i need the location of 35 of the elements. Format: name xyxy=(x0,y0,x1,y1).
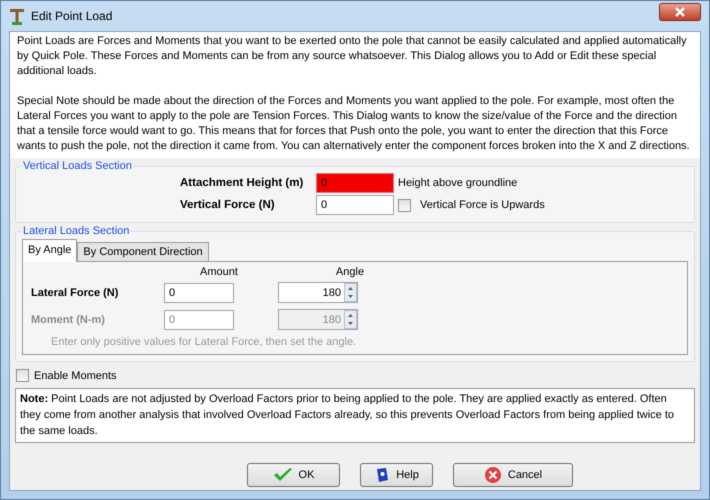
spin-arrows-icon xyxy=(344,283,357,302)
checkbox[interactable] xyxy=(398,198,411,212)
field-label: Vertical Force (N) xyxy=(180,199,276,211)
checkbox[interactable] xyxy=(16,369,29,382)
row-label: Lateral Force (N) xyxy=(31,286,120,298)
intro-paragraph: Point Loads are Forces and Moments that you want to be exerted onto the pole that cannot be easily calculated and applied automatically by Quick Pole. These Forces and Moments can be from any source whatsoever. This Dialog allows you to Add or Edit these special additional loads. xyxy=(17,34,688,79)
pole-icon xyxy=(9,7,25,25)
row-label: Moment (N-m) xyxy=(31,314,106,326)
hint-text: Enter only positive values for Lateral Force, then set the angle. xyxy=(51,336,358,348)
checkmark-icon xyxy=(272,467,293,483)
field-hint: Height above groundline xyxy=(398,177,518,189)
column-header: Angle xyxy=(334,266,366,280)
field-label: Attachment Height (m) xyxy=(180,177,304,189)
tab[interactable]: By Component Direction xyxy=(77,242,209,261)
ok-button[interactable]: OK xyxy=(247,463,340,487)
close-icon xyxy=(674,7,686,17)
checkbox-label: Vertical Force is Upwards xyxy=(420,199,545,211)
close-button[interactable] xyxy=(659,3,701,21)
intro-paragraph: Special Note should be made about the direction of the Forces and Moments you want applied to the pole. For example, most often the Lateral Forces you want to apply to the pole are Tension Forces. This Dialog wants to know the size/value of the Force and the direction that a tensile force would want to go. This means that for forces that Push onto the pole, you want to enter the direction that this Force wants to push the pole, not the direction it came from. You can alternatively enter the component forces broken into the X and Z directions. xyxy=(17,94,691,154)
tab[interactable]: By Angle xyxy=(22,239,78,262)
checkbox-label: Enable Moments xyxy=(34,370,117,382)
book-icon xyxy=(374,467,390,483)
amount-field[interactable]: 0 xyxy=(164,282,234,302)
note-text: Note: Point Loads are not adjusted by Overload Factors prior to being applied to the pole. They are applied exactly as entered. Often they come from another analysis that involved Overload Factors already, so this prevents Overload Factors from being applied twice to the same loads. xyxy=(15,388,695,443)
cancel-icon xyxy=(484,466,502,484)
input-field[interactable]: 0 xyxy=(316,173,394,193)
input-field[interactable]: 0 xyxy=(316,195,394,215)
angle-spinner[interactable]: 180 xyxy=(278,282,358,303)
section-legend: Lateral Loads Section xyxy=(22,225,130,237)
help-button[interactable]: Help xyxy=(360,463,433,487)
window-title: Edit Point Load xyxy=(31,9,112,23)
section-legend: Vertical Loads Section xyxy=(22,160,133,172)
column-header: Amount xyxy=(199,266,239,280)
spin-arrows-icon xyxy=(344,310,357,329)
cancel-button[interactable]: Cancel xyxy=(453,463,573,487)
